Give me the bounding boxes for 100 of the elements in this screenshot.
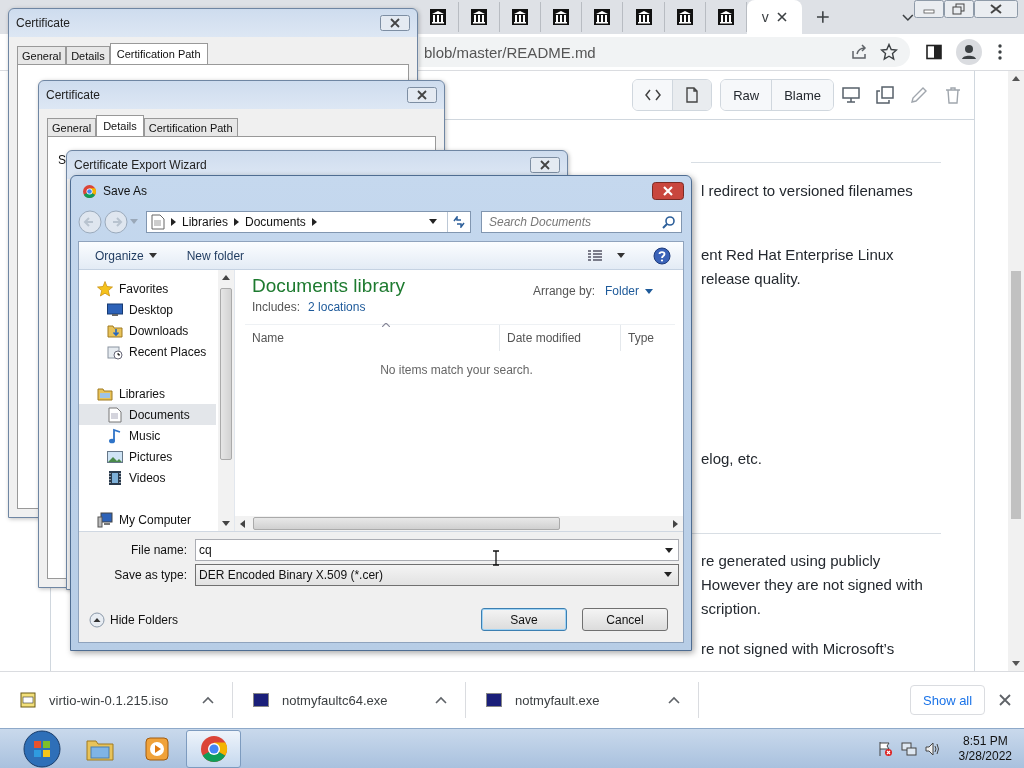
scrollbar[interactable] xyxy=(235,516,683,531)
arrange-label: Arrange by: xyxy=(532,284,595,298)
caret-icon[interactable] xyxy=(665,547,673,553)
close-button[interactable] xyxy=(380,14,410,31)
arrow-right-icon[interactable] xyxy=(311,217,317,226)
arrange-dropdown[interactable]: Folder xyxy=(605,284,653,298)
breadcrumb-item[interactable]: Libraries xyxy=(182,214,229,229)
flag-icon[interactable] xyxy=(876,740,893,757)
show-all-button[interactable]: Show all xyxy=(910,685,986,715)
save-button[interactable]: Save xyxy=(481,608,567,631)
taskbar-button[interactable] xyxy=(186,729,241,768)
file-name-field[interactable]: cq xyxy=(195,538,679,561)
nav-item[interactable]: Desktop xyxy=(79,299,216,320)
download-item[interactable]: virtio-win-0.1.215.iso xyxy=(0,682,233,718)
scroll-down-icon[interactable] xyxy=(1012,661,1020,666)
chevron-up-icon[interactable] xyxy=(435,696,447,704)
close-icon[interactable] xyxy=(974,0,1018,18)
hide-folders-button[interactable]: Hide Folders xyxy=(89,611,179,628)
nav-item[interactable]: Music xyxy=(79,425,216,446)
dialog-tab[interactable]: Details xyxy=(96,115,144,136)
nav-item[interactable]: Recent Places xyxy=(79,341,216,362)
scroll-thumb[interactable] xyxy=(253,517,560,530)
close-icon[interactable] xyxy=(999,694,1012,706)
scroll-down-icon[interactable] xyxy=(222,521,230,526)
nav-item[interactable]: Documents xyxy=(79,404,216,425)
file-view-button[interactable] xyxy=(672,80,712,110)
download-item[interactable]: notmyfault.exe xyxy=(466,682,699,718)
column-header[interactable]: Name xyxy=(245,325,499,351)
nav-item[interactable]: Libraries xyxy=(79,383,216,404)
scrollbar[interactable] xyxy=(218,270,234,531)
nav-item[interactable]: Videos xyxy=(79,467,216,488)
chevron-up-icon[interactable] xyxy=(202,696,214,704)
refresh-icon xyxy=(452,215,466,228)
arrow-right-icon[interactable] xyxy=(171,217,176,226)
toolbar-button[interactable]: Blame xyxy=(771,80,833,110)
file-type-dropdown[interactable]: DER Encoded Binary X.509 (*.cer) xyxy=(195,563,679,586)
profile-icon[interactable] xyxy=(956,39,982,65)
window-title: Save As xyxy=(103,184,148,198)
dialog-tab[interactable]: Certification Path xyxy=(143,118,238,136)
start-button[interactable] xyxy=(22,728,62,768)
close-icon[interactable] xyxy=(776,12,787,22)
new-folder-button[interactable]: New folder xyxy=(178,246,253,265)
caret-icon[interactable] xyxy=(617,253,625,258)
folder-arrow-icon xyxy=(107,322,123,339)
nav-item[interactable]: Favorites xyxy=(79,278,216,299)
help-icon[interactable] xyxy=(653,246,671,265)
dialog-tab[interactable]: General xyxy=(17,46,67,64)
scroll-left-icon[interactable] xyxy=(240,519,245,528)
museum-icon xyxy=(553,9,570,25)
restore-icon[interactable] xyxy=(944,0,974,18)
menu-icon[interactable] xyxy=(998,44,1002,60)
dialog-tab[interactable]: General xyxy=(47,118,97,136)
monitor-icon[interactable] xyxy=(842,86,860,104)
speaker-icon[interactable] xyxy=(924,740,941,757)
plus-icon[interactable] xyxy=(815,10,830,24)
view-options-icon[interactable] xyxy=(587,248,603,263)
copy-icon[interactable] xyxy=(876,86,894,104)
search-field[interactable]: Search Documents xyxy=(481,210,682,233)
scroll-thumb[interactable] xyxy=(220,288,232,460)
scroll-right-icon[interactable] xyxy=(673,519,678,528)
scroll-up-icon[interactable] xyxy=(222,275,230,280)
address-bar[interactable]: blob/master/README.md xyxy=(419,37,910,67)
column-header[interactable]: Date modified xyxy=(499,325,620,351)
network-icon[interactable] xyxy=(900,740,917,757)
nav-item[interactable]: Pictures xyxy=(79,446,216,467)
nav-item[interactable]: Downloads xyxy=(79,320,216,341)
caret-icon[interactable] xyxy=(429,219,437,224)
search-icon[interactable] xyxy=(662,214,676,229)
chevron-up-icon[interactable] xyxy=(668,696,680,704)
clock-time: 8:51 PM xyxy=(962,733,1008,749)
code-view-button[interactable] xyxy=(633,80,673,110)
star-icon[interactable] xyxy=(880,43,898,61)
scroll-up-icon[interactable] xyxy=(1012,76,1020,81)
close-button[interactable] xyxy=(530,156,560,173)
locations-link[interactable]: 2 locations xyxy=(308,300,366,314)
computer-icon xyxy=(97,511,113,528)
cancel-button[interactable]: Cancel xyxy=(582,608,668,631)
dialog-tab[interactable]: Details xyxy=(66,46,110,64)
share-icon[interactable] xyxy=(850,43,868,61)
arrow-right-icon[interactable] xyxy=(234,217,240,226)
nav-item[interactable]: My Computer xyxy=(79,509,216,530)
column-header[interactable]: Type xyxy=(620,325,675,351)
browser-tab[interactable]: v xyxy=(746,0,802,34)
empty-message: No items match your search. xyxy=(379,363,534,377)
museum-icon xyxy=(635,9,652,25)
chevron-down-icon[interactable] xyxy=(902,14,914,22)
download-item[interactable]: notmyfaultc64.exe xyxy=(233,682,466,718)
close-button[interactable] xyxy=(652,182,684,200)
library-title: Documents library xyxy=(252,275,406,297)
file-name: notmyfault.exe xyxy=(515,692,600,708)
breadcrumb-item[interactable]: Documents xyxy=(245,214,306,229)
organize-button[interactable]: Organize xyxy=(87,246,165,265)
dialog-tab[interactable]: Certification Path xyxy=(109,43,208,64)
scroll-thumb[interactable] xyxy=(1011,271,1021,519)
clock[interactable]: 8:51 PM 3/28/2022 xyxy=(958,733,1012,764)
side-panel-icon[interactable] xyxy=(926,44,942,60)
toolbar-button[interactable]: Raw xyxy=(721,80,772,110)
close-button[interactable] xyxy=(407,86,437,103)
scrollbar[interactable] xyxy=(1008,71,1024,671)
location-bar[interactable]: Libraries Documents xyxy=(146,210,471,233)
